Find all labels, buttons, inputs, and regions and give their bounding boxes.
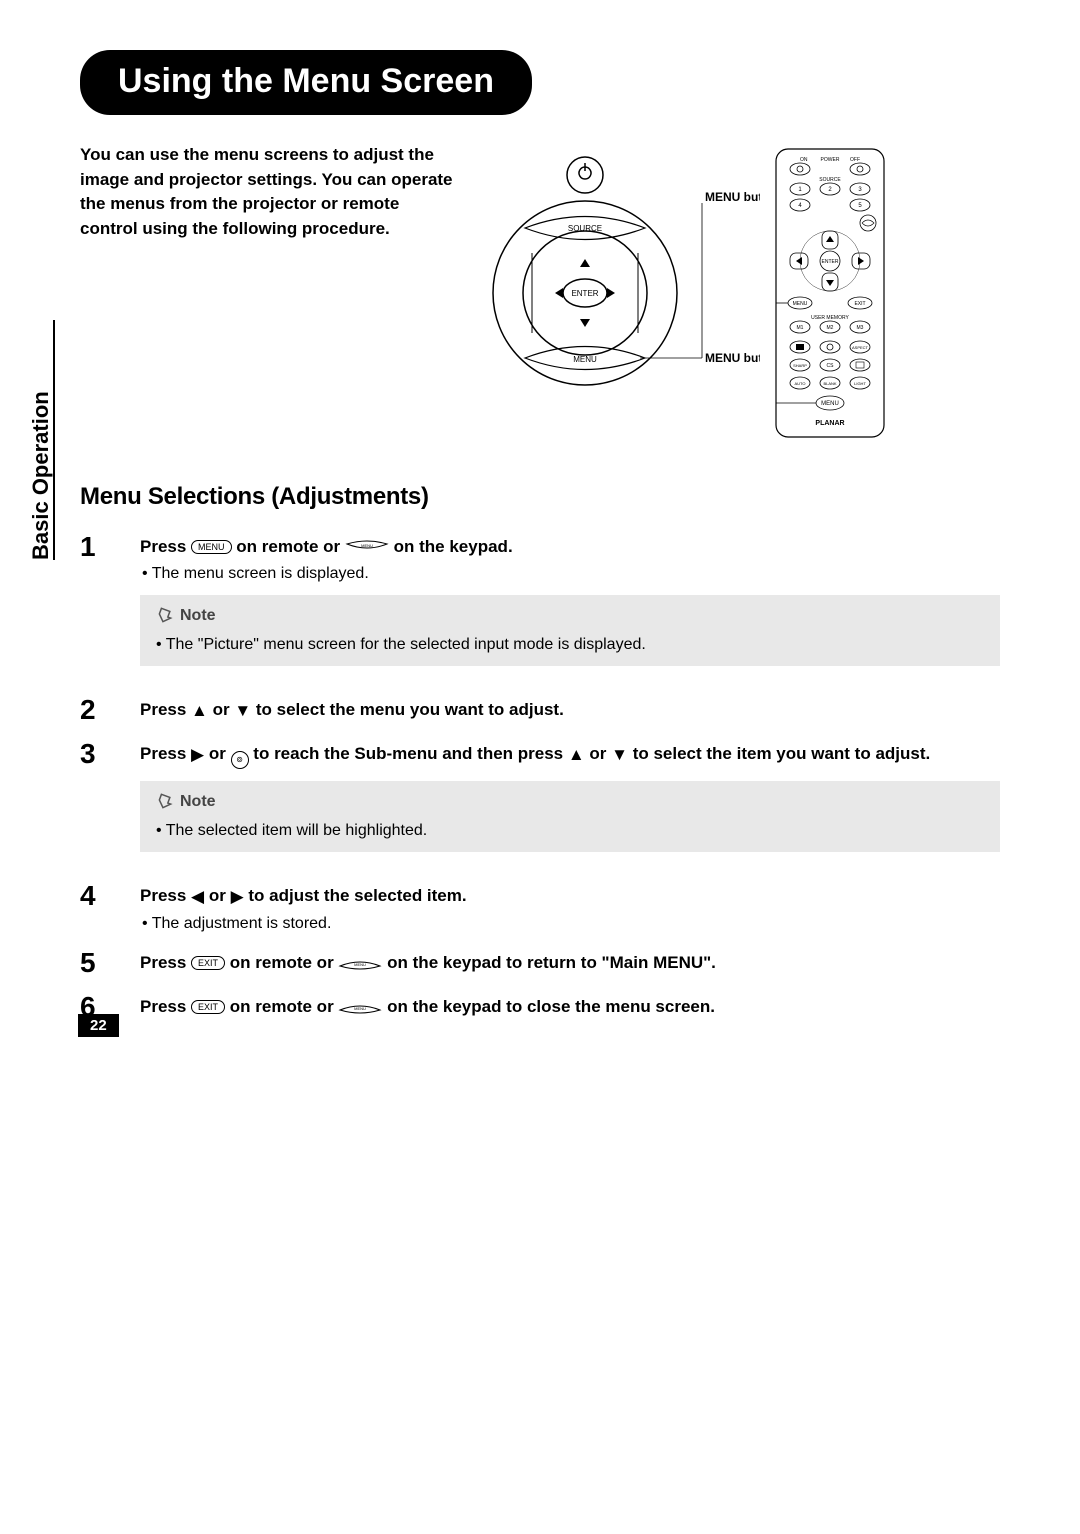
exit-button-icon: EXIT xyxy=(191,956,225,970)
step-text: Press xyxy=(140,537,191,556)
remote-src4: 4 xyxy=(798,203,802,209)
down-triangle-icon: ▼ xyxy=(611,745,628,765)
remote-exit: EXIT xyxy=(854,301,865,307)
step-number: 1 xyxy=(80,533,110,680)
up-triangle-icon: ▲ xyxy=(191,701,208,721)
up-triangle-icon: ▲ xyxy=(568,745,585,765)
remote-src2: 2 xyxy=(828,187,832,193)
step-5: 5 Press EXIT on remote or MENU on the ke… xyxy=(80,949,1000,977)
remote-sharp: SHARP xyxy=(793,363,807,368)
keypad-menu-icon: MENU xyxy=(338,1000,382,1014)
note-box: Note • The "Picture" menu screen for the… xyxy=(140,595,1000,666)
step-text: to adjust the selected item. xyxy=(244,886,467,905)
remote-light: LIGHT xyxy=(854,381,866,386)
keypad-menu-icon: MENU xyxy=(345,540,389,554)
step-text: to select the menu you want to adjust. xyxy=(251,700,564,719)
intro-row: You can use the menu screens to adjust t… xyxy=(80,143,1000,443)
step-text: on remote or xyxy=(232,537,345,556)
exit-button-icon: EXIT xyxy=(191,1000,225,1014)
menu-button-label-bottom: MENU button xyxy=(705,351,760,365)
step-text: on remote or xyxy=(225,997,338,1016)
diagram-column: ENTER SOURCE MENU MENU button MENU butto… xyxy=(480,143,1000,443)
keypad-enter-label: ENTER xyxy=(571,289,598,298)
side-tab: Basic Operation xyxy=(30,320,64,560)
step-text: to reach the Sub-menu and then press xyxy=(249,744,568,763)
step-text: to select the item you want to adjust. xyxy=(628,744,930,763)
page-title: Using the Menu Screen xyxy=(80,50,532,115)
svg-text:MENU: MENU xyxy=(355,1006,367,1011)
right-triangle-icon: ▶ xyxy=(231,887,244,907)
note-body: • The "Picture" menu screen for the sele… xyxy=(156,636,984,654)
note-title-text: Note xyxy=(180,607,216,625)
remote-blank: BLANK xyxy=(823,381,836,386)
keypad-menu-icon: MENU xyxy=(338,956,382,970)
section-heading: Menu Selections (Adjustments) xyxy=(80,483,1000,511)
keypad-diagram: ENTER SOURCE MENU MENU button MENU butto… xyxy=(480,143,760,433)
note-box: Note • The selected item will be highlig… xyxy=(140,781,1000,852)
step-text: on the keypad to return to "Main MENU". xyxy=(387,953,716,972)
note-icon xyxy=(156,607,174,625)
remote-on-label: ON xyxy=(800,157,808,163)
remote-m1: M1 xyxy=(797,325,804,331)
step-text: or xyxy=(208,700,234,719)
remote-usermem-label: USER MEMORY xyxy=(811,315,849,321)
step-1: 1 Press MENU on remote or MENU on the ke… xyxy=(80,533,1000,680)
remote-power-label: POWER xyxy=(821,157,840,163)
intro-paragraph: You can use the menu screens to adjust t… xyxy=(80,143,460,443)
step-text: or xyxy=(204,744,230,763)
remote-off-label: OFF xyxy=(850,157,860,163)
step-bullet: • The adjustment is stored. xyxy=(142,915,1000,933)
step-text: on the keypad to close the menu screen. xyxy=(387,997,715,1016)
note-icon xyxy=(156,793,174,811)
step-text: on remote or xyxy=(225,953,338,972)
remote-auto: AUTO xyxy=(794,381,805,386)
step-text: Press xyxy=(140,953,191,972)
remote-src1: 1 xyxy=(798,187,802,193)
remote-m3: M3 xyxy=(857,325,864,331)
remote-brand: PLANAR xyxy=(815,420,844,427)
remote-src5: 5 xyxy=(858,203,862,209)
step-4: 4 Press ◀ or ▶ to adjust the selected it… xyxy=(80,882,1000,933)
remote-cs: CS xyxy=(827,363,835,369)
remote-menu-bottom: MENU xyxy=(821,401,839,407)
svg-text:MENU: MENU xyxy=(355,962,367,967)
remote-enter: ENTER xyxy=(822,259,839,265)
remote-diagram: ON POWER OFF SOURCE 1 2 3 4 xyxy=(770,143,890,443)
remote-src3: 3 xyxy=(858,187,862,193)
step-2: 2 Press ▲ or ▼ to select the menu you wa… xyxy=(80,696,1000,724)
down-triangle-icon: ▼ xyxy=(234,701,251,721)
keypad-source-label: SOURCE xyxy=(568,224,602,233)
remote-m2: M2 xyxy=(827,325,834,331)
step-number: 4 xyxy=(80,882,110,933)
note-title-text: Note xyxy=(180,793,216,811)
step-number: 2 xyxy=(80,696,110,724)
step-text: Press xyxy=(140,744,191,763)
step-bullet: • The menu screen is displayed. xyxy=(142,565,1000,583)
step-text: on the keypad. xyxy=(394,537,513,556)
keypad-menu-label: MENU xyxy=(573,355,597,364)
note-body: • The selected item will be highlighted. xyxy=(156,822,984,840)
remote-source-label: SOURCE xyxy=(819,177,841,183)
step-number: 5 xyxy=(80,949,110,977)
step-3: 3 Press ▶ or ⊚ to reach the Sub-menu and… xyxy=(80,740,1000,866)
step-text: or xyxy=(585,744,611,763)
right-triangle-icon: ▶ xyxy=(191,745,204,765)
step-text: Press xyxy=(140,997,191,1016)
step-text: Press xyxy=(140,886,191,905)
step-text: Press xyxy=(140,700,191,719)
step-6: 6 Press EXIT on remote or MENU on the ke… xyxy=(80,993,1000,1021)
svg-text:MENU: MENU xyxy=(361,543,373,548)
step-text: or xyxy=(204,886,230,905)
remote-menu: MENU xyxy=(793,301,808,307)
remote-aspect: ASPECT xyxy=(852,345,869,350)
menu-button-label-top: MENU button xyxy=(705,190,760,204)
menu-button-icon: MENU xyxy=(191,540,232,554)
enter-button-icon: ⊚ xyxy=(231,751,249,769)
step-number: 3 xyxy=(80,740,110,866)
page-number: 22 xyxy=(78,1014,119,1037)
left-triangle-icon: ◀ xyxy=(191,887,204,907)
